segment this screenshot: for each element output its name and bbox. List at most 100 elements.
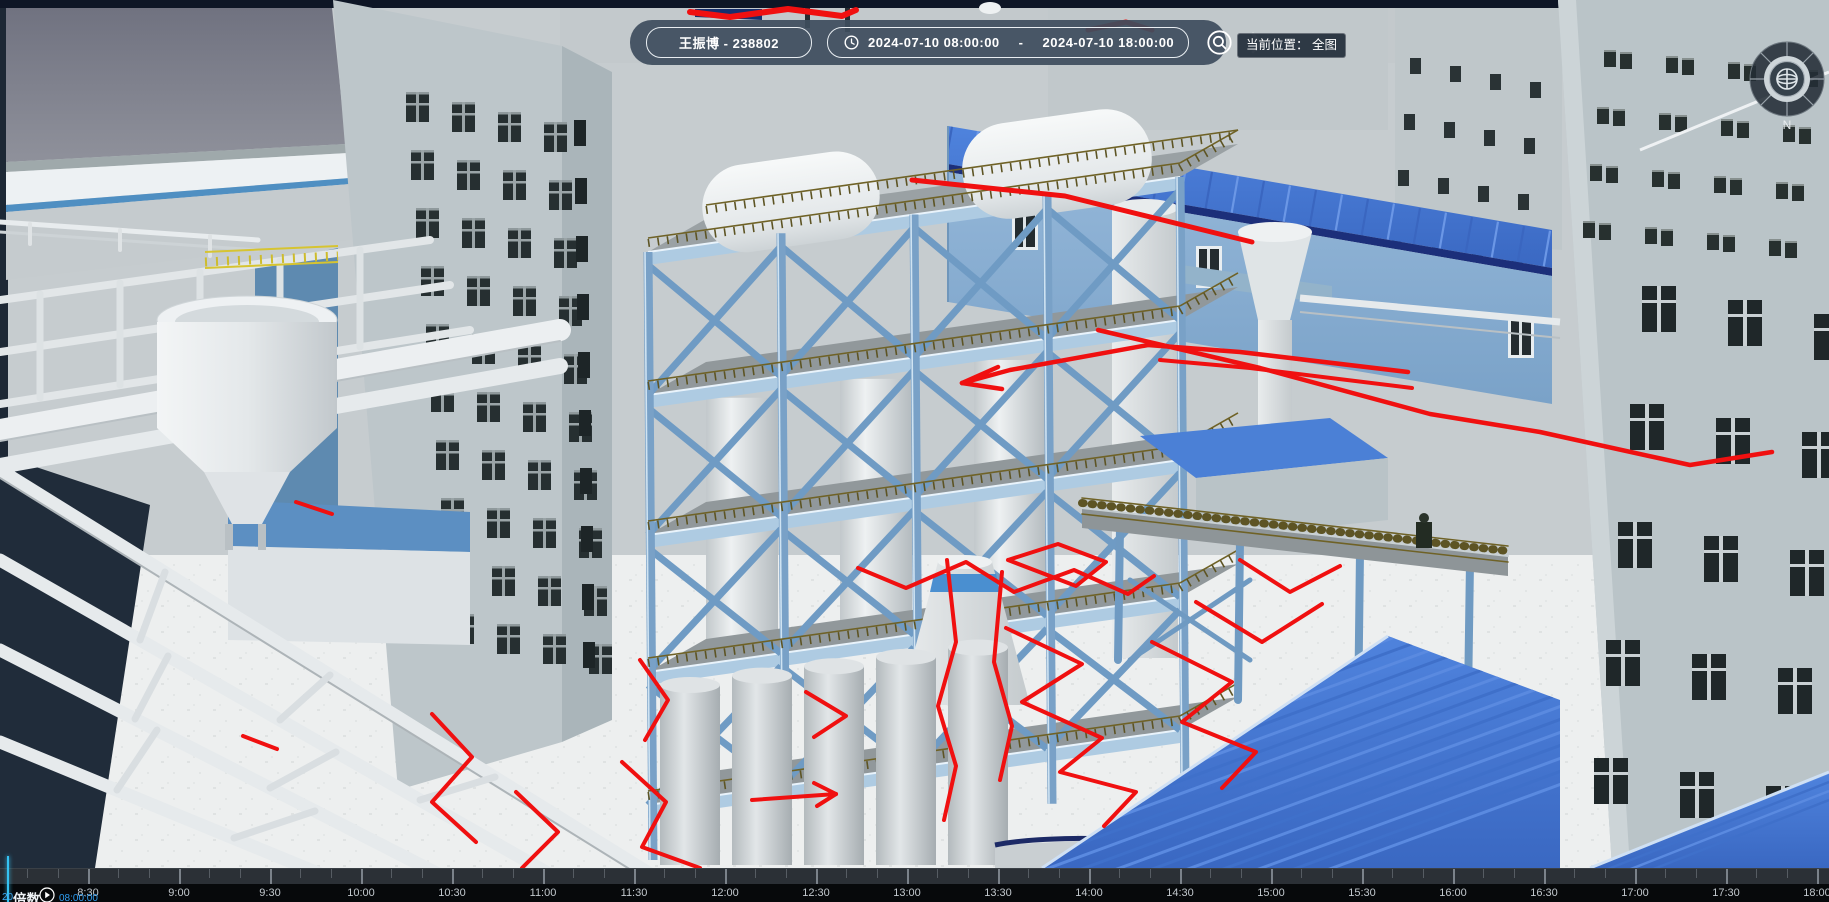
timeline-tick [1392, 869, 1393, 878]
timeline-tick [1756, 869, 1757, 878]
person-label: 王振博 - 238802 [679, 33, 779, 52]
timeline-tick [604, 869, 605, 878]
clock-icon [844, 35, 859, 50]
timeline-tick-label: 11:00 [530, 887, 557, 899]
person-marker [1416, 522, 1432, 548]
timeline-tick [1574, 869, 1575, 878]
timeline-tick [270, 869, 272, 885]
timeline-tick [1787, 869, 1788, 878]
compass-north-label: N [1783, 118, 1792, 132]
timeline-tick [695, 869, 696, 878]
play-button[interactable] [39, 887, 55, 902]
timeline-tick [1696, 869, 1697, 878]
app-root: 王振博 - 238802 2024-07-10 08:00:00 - 2024-… [0, 0, 1829, 902]
timeline-tick [1119, 869, 1120, 878]
playback-controls: 20 倍数 08:00:00 [0, 884, 300, 902]
timeline-tick [907, 869, 909, 885]
timeline-tick [88, 869, 90, 885]
speed-value[interactable]: 20 [2, 892, 13, 902]
timeline-tick-label: 17:30 [1712, 887, 1740, 899]
timeline-tick [968, 869, 969, 878]
timeline-tick [846, 869, 847, 878]
timeline-tick-label: 11:30 [621, 887, 648, 899]
timeline-tick [331, 869, 332, 878]
timeline-tick [1665, 869, 1666, 878]
timeline-tick [1817, 869, 1819, 885]
timeline-tick [1028, 869, 1029, 878]
timeline-tick-label: 10:00 [347, 887, 375, 899]
globe-icon [1777, 69, 1797, 89]
timeline-tick [937, 869, 938, 878]
timeline-tick-label: 16:00 [1439, 887, 1467, 899]
timeline-tick [513, 869, 514, 878]
timeline-tick [1089, 869, 1091, 885]
timeline-tick-label: 16:30 [1530, 887, 1558, 899]
timeline-tick [361, 869, 363, 885]
timeline-tick [1059, 869, 1060, 878]
timeline-tick [634, 869, 636, 885]
timeline-tick-label: 17:00 [1621, 887, 1649, 899]
timeline-tick [755, 869, 756, 878]
timeline-tick [1453, 869, 1455, 885]
timeline-tick [1180, 869, 1182, 885]
timeline-tick [664, 869, 665, 878]
playback-time: 08:00:00 [59, 893, 98, 902]
timeline-tick [1726, 869, 1728, 885]
timeline-tick [482, 869, 483, 878]
timeline-tick [1301, 869, 1302, 878]
time-start: 2024-07-10 08:00:00 [868, 35, 1000, 50]
timeline-tick [1362, 869, 1364, 885]
timeline-tick-label: 13:30 [984, 887, 1012, 899]
timeline-tick [816, 869, 818, 885]
timeline-tick [1241, 869, 1242, 878]
timeline-tick [209, 869, 210, 878]
timeline-tick [118, 869, 119, 878]
compass-widget[interactable]: N [1746, 40, 1828, 132]
timeline-tick [452, 869, 454, 885]
toolbar: 王振博 - 238802 2024-07-10 08:00:00 - 2024-… [630, 20, 1226, 65]
timeline-tick [1150, 869, 1151, 878]
person-selector[interactable]: 王振博 - 238802 [646, 27, 812, 58]
timeline-tick [1210, 869, 1211, 878]
locate-icon[interactable] [1206, 29, 1233, 56]
timeline-tick [27, 869, 28, 878]
timeline-tick [179, 869, 181, 885]
timeline-tick [725, 869, 727, 885]
current-location-text: 当前位置： 全图 [1246, 38, 1337, 52]
timeline-tick [422, 869, 423, 878]
timeline-tick-label: 14:00 [1075, 887, 1103, 899]
timeline-tick [1271, 869, 1273, 885]
timeline-tick [58, 869, 59, 878]
timeline-tick [149, 869, 150, 878]
timeline-tick [1544, 869, 1546, 885]
3d-plant-viewport[interactable] [0, 0, 1829, 902]
timeline-track[interactable] [0, 868, 1829, 885]
timeline-tick [786, 869, 787, 878]
time-end: 2024-07-10 18:00:00 [1043, 35, 1175, 50]
timeline-tick [573, 869, 574, 878]
timeline-tick [1483, 869, 1484, 878]
timeline-tick-label: 15:30 [1348, 887, 1376, 899]
timeline-tick-label: 14:30 [1166, 887, 1194, 899]
timeline-tick-label: 12:30 [802, 887, 830, 899]
time-separator: - [1019, 35, 1024, 50]
speed-label: 倍数 [13, 888, 40, 902]
timeline-tick [543, 869, 545, 885]
timeline-tick [1635, 869, 1637, 885]
timeline-tick [1332, 869, 1333, 878]
current-location-badge: 当前位置： 全图 [1237, 33, 1346, 58]
timeline-tick [391, 869, 392, 878]
timeline-tick [240, 869, 241, 878]
timeline-tick-label: 13:00 [893, 887, 921, 899]
timeline-tick [1605, 869, 1606, 878]
timeline-tick-label: 18:00 [1803, 887, 1829, 899]
timeline-tick-label: 15:00 [1257, 887, 1285, 899]
topleft-roof-block [6, 8, 352, 280]
timeline-tick [877, 869, 878, 878]
time-range-picker[interactable]: 2024-07-10 08:00:00 - 2024-07-10 18:00:0… [827, 27, 1189, 58]
timeline-tick [1514, 869, 1515, 878]
timeline-tick [1423, 869, 1424, 878]
timeline-tick-label: 12:00 [711, 887, 739, 899]
timeline-tick [300, 869, 301, 878]
timeline-tick-label: 10:30 [438, 887, 466, 899]
